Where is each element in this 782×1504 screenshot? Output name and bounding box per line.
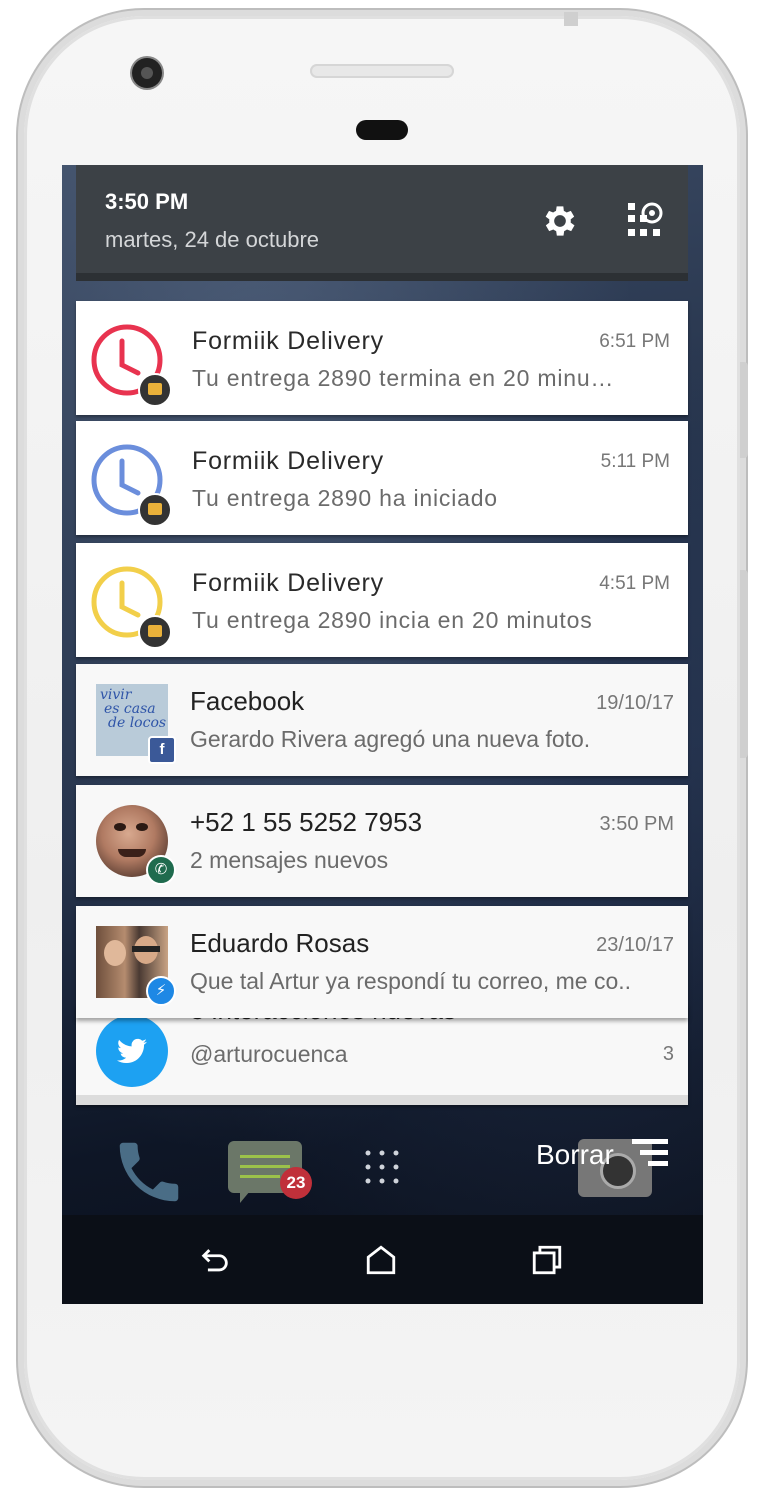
thumbnail-text-line: de locos bbox=[108, 715, 167, 731]
power-button bbox=[740, 570, 748, 758]
volume-button bbox=[740, 362, 748, 458]
shade-header-shadow bbox=[76, 273, 688, 281]
notification-title: Eduardo Rosas bbox=[190, 928, 370, 958]
quick-settings-grid-icon[interactable] bbox=[626, 201, 666, 241]
navigation-bar bbox=[62, 1215, 703, 1304]
clear-all-label[interactable]: Borrar bbox=[536, 1139, 614, 1171]
screen: 3:50 PM martes, 24 de octubre Formiik De… bbox=[62, 165, 703, 1304]
phone-icon[interactable] bbox=[110, 1133, 188, 1211]
proximity-sensor bbox=[356, 120, 408, 140]
notification-text: Tu entrega 2890 incia en 20 minutos bbox=[192, 607, 593, 633]
clear-all-icon[interactable] bbox=[628, 1135, 672, 1171]
top-button bbox=[564, 12, 578, 26]
notification-title: Formiik Delivery bbox=[192, 327, 384, 355]
notification-text: Tu entrega 2890 ha iniciado bbox=[192, 485, 498, 511]
recent-apps-icon[interactable] bbox=[530, 1243, 564, 1277]
notification-title: Facebook bbox=[190, 686, 305, 716]
thumbnail-text-line: es casa bbox=[104, 701, 156, 717]
gear-icon[interactable] bbox=[540, 201, 580, 241]
whatsapp-icon: ✆ bbox=[146, 855, 176, 885]
back-icon[interactable] bbox=[198, 1243, 232, 1277]
notification-card[interactable]: Formiik Delivery Tu entrega 2890 termina… bbox=[76, 301, 688, 415]
notification-text: Gerardo Rivera agregó una nueva foto. bbox=[190, 726, 591, 752]
earpiece-speaker bbox=[310, 64, 454, 78]
notification-card[interactable]: Formiik Delivery Tu entrega 2890 ha inic… bbox=[76, 421, 688, 535]
front-camera bbox=[132, 58, 162, 88]
notification-title: +52 1 55 5252 7953 bbox=[190, 807, 423, 837]
notification-title: Formiik Delivery bbox=[192, 447, 384, 475]
notification-text: Tu entrega 2890 termina en 20 minu… bbox=[192, 365, 615, 391]
clock-date: martes, 24 de octubre bbox=[105, 227, 320, 252]
notification-text: @arturocuenca bbox=[190, 1041, 348, 1067]
stack-edge bbox=[76, 1095, 688, 1105]
delivery-app-badge-icon bbox=[138, 493, 172, 527]
notification-time: 5:11 PM bbox=[600, 451, 670, 472]
notification-card[interactable]: 3 interacciones nuevas 22/10/17 @arturoc… bbox=[76, 995, 688, 1105]
notification-time: 6:51 PM bbox=[599, 331, 670, 352]
notification-card[interactable]: Formiik Delivery Tu entrega 2890 incia e… bbox=[76, 543, 688, 657]
thumbnail-text-line: vivir bbox=[100, 687, 132, 703]
facebook-icon: f bbox=[148, 736, 176, 764]
notification-time: 19/10/17 bbox=[596, 692, 674, 714]
notification-card[interactable]: vivir es casa de locos f Facebook Gerard… bbox=[76, 664, 688, 776]
messages-badge: 23 bbox=[280, 1167, 312, 1199]
notification-card[interactable]: ✆ +52 1 55 5252 7953 2 mensajes nuevos 3… bbox=[76, 785, 688, 897]
delivery-app-badge-icon bbox=[138, 373, 172, 407]
clock-time: 3:50 PM bbox=[105, 189, 189, 214]
twitter-icon bbox=[96, 1015, 168, 1087]
notification-text: Que tal Artur ya respondí tu correo, me … bbox=[190, 968, 632, 994]
app-drawer-icon[interactable] bbox=[362, 1147, 402, 1187]
delivery-app-badge-icon bbox=[138, 615, 172, 649]
notification-count: 3 bbox=[662, 1043, 674, 1065]
notification-time: 4:51 PM bbox=[599, 573, 670, 594]
home-icon[interactable] bbox=[364, 1243, 398, 1277]
notification-time: 3:50 PM bbox=[599, 813, 674, 835]
notification-time: 23/10/17 bbox=[596, 934, 674, 956]
notification-text: 2 mensajes nuevos bbox=[190, 847, 389, 873]
shade-header: 3:50 PM martes, 24 de octubre bbox=[76, 165, 688, 273]
messenger-icon: ⚡ bbox=[146, 976, 176, 1006]
notification-card[interactable]: ⚡ Eduardo Rosas Que tal Artur ya respond… bbox=[76, 906, 688, 1018]
notification-title: Formiik Delivery bbox=[192, 569, 384, 597]
